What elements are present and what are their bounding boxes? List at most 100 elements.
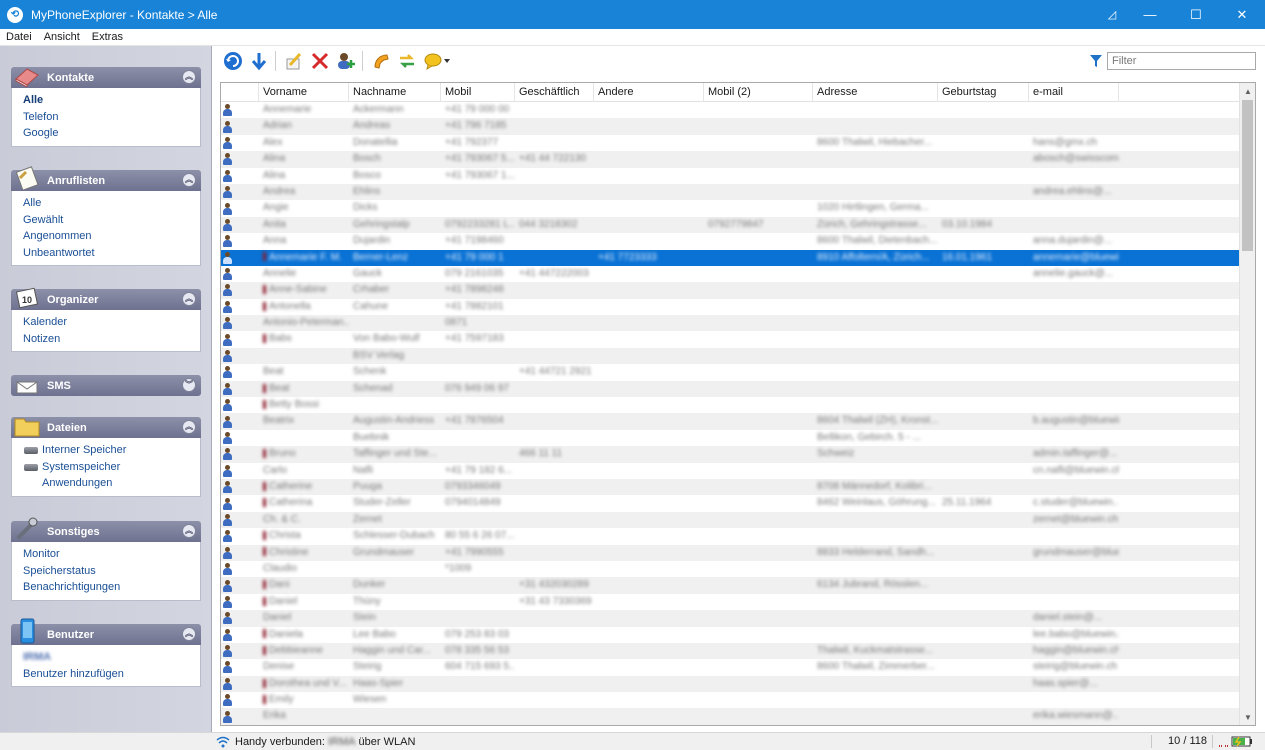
table-row[interactable]: Catherina Studer-Zeller 0794014849 8462 Wei… [221,495,1241,511]
pin-icon[interactable]: ◿ [1097,0,1127,29]
collapse-chevron-icon[interactable]: ︽ [182,420,196,434]
table-row[interactable]: Dani Dunker +31 432030289 6134 Jubrand, Rös… [221,577,1241,594]
scroll-thumb[interactable] [1242,100,1253,251]
table-row[interactable]: Dorothea und V... Haas-Spier haas.spier@..… [221,675,1241,693]
column-adresse[interactable]: Adresse [813,83,938,102]
group-header-sms[interactable]: SMS ︾ [11,375,201,396]
table-row[interactable]: Christa Schlesser-Dubach 80 55 6 26 07... [221,528,1241,544]
table-row[interactable]: Anne-Sabine Crhaber +41 7898248 [221,282,1241,299]
table-row[interactable]: Alina Bosco +41 793067 1... [221,168,1241,184]
sync-button[interactable] [395,49,419,73]
table-row[interactable]: Ch. & C. Zernet zernet@bluewin.ch [221,511,1241,529]
collapse-chevron-icon[interactable]: ︽ [182,292,196,306]
column-nachname[interactable]: Nachname [349,83,441,102]
table-row[interactable]: Anita Gehringstalp 0792233281 L... 044 3218… [221,216,1241,234]
close-button[interactable]: ✕ [1219,0,1265,29]
scroll-down-icon[interactable]: ▼ [1240,709,1255,725]
table-row[interactable]: Denise Steirig 604 715 693 5... 8600 Thalwi… [221,659,1241,675]
column-icon[interactable] [221,83,259,102]
expand-chevron-icon[interactable]: ︾ [182,378,196,392]
vertical-scrollbar[interactable]: ▲ ▼ [1239,83,1255,725]
table-row[interactable]: Babs Von Babo-Wulf +41 7597183 [221,331,1241,347]
sidebar-item-alle-anrufe[interactable]: Alle [23,195,200,212]
add-contact-button[interactable] [334,49,358,73]
menu-datei[interactable]: Datei [0,31,38,43]
sidebar-item-telefon[interactable]: Telefon [23,109,200,126]
column-andere[interactable]: Andere [594,83,704,102]
sidebar-item-notizen[interactable]: Notizen [23,331,200,348]
sidebar-item-kalender[interactable]: Kalender [23,314,200,331]
call-button[interactable] [369,49,393,73]
table-row[interactable]: Daniel Thüny +31 43 7330369 [221,594,1241,610]
table-row[interactable]: Annemarie Ackermann +41 79 000 00 [221,102,1241,118]
group-header-organizer[interactable]: 10 Organizer ︽ [11,287,201,310]
table-row[interactable]: Buebnik Bellikon, Gebirch. 5 - ... [221,430,1241,446]
table-row[interactable]: Beatrix Augustin-Andriess +41 7876504 8604 … [221,413,1241,430]
menu-ansicht[interactable]: Ansicht [38,31,86,43]
table-row[interactable]: Alex Donatellia +41 792377 8600 Thalwil, Hi… [221,135,1241,151]
table-row[interactable]: Annemarie F. M. Berner-Lenz +41 79 000 1 +4… [221,249,1241,266]
collapse-chevron-icon[interactable]: ︽ [182,524,196,538]
collapse-chevron-icon[interactable]: ︽ [182,627,196,641]
table-row[interactable]: Beat Schenad 076 949 06 97 [221,380,1241,398]
sidebar-item-alle[interactable]: Alle [23,92,200,109]
table-row[interactable]: Antonio-Peterman... 0871 [221,315,1241,332]
table-row[interactable]: Debbieanne Haggin und Car... 078 335 56 53… [221,642,1241,660]
group-header-sonstiges[interactable]: Sonstiges ︽ [11,517,201,542]
scroll-up-icon[interactable]: ▲ [1240,83,1255,99]
sidebar-item-user-irma[interactable]: IRMA [23,649,200,666]
maximize-button[interactable]: ☐ [1173,0,1219,29]
filter-funnel-icon[interactable] [1089,54,1103,68]
column-email[interactable]: e-mail [1029,83,1119,102]
table-row[interactable]: Claudio *1009 [221,561,1241,577]
table-row[interactable]: Carlo Nafli +41 79 182 6... cn.nafli@bluewi… [221,463,1241,479]
column-mobil[interactable]: Mobil [441,83,515,102]
table-row[interactable]: Anna Dujardin +41 7198460 8600 Thalwil, Die… [221,233,1241,249]
table-row[interactable]: Catherine Puuga 0793346049 8708 Männedorf, … [221,478,1241,496]
sidebar-item-anwendungen[interactable]: Anwendungen [23,475,200,492]
column-geburtstag[interactable]: Geburtstag [938,83,1029,102]
download-button[interactable] [247,49,271,73]
group-header-anruflisten[interactable]: Anruflisten ︽ [11,166,201,191]
table-row[interactable]: Daniela Lee Babo 079 253 83 03 lee.babo@blu… [221,627,1241,643]
table-row[interactable]: Bruno Taffinger und Ste... 466 11 11 Schwei… [221,446,1241,463]
collapse-chevron-icon[interactable]: ︽ [182,70,196,84]
table-row[interactable]: Alina Bosch +41 793067 5... +41 44 722130 ab… [221,151,1241,168]
table-row[interactable]: Andrea Ehlins andrea.ehlins@... [221,183,1241,201]
message-button[interactable] [421,49,453,73]
sidebar-item-gewaehlt[interactable]: Gewählt [23,212,200,229]
refresh-button[interactable] [221,49,245,73]
table-row[interactable]: BSV Verlag [221,347,1241,365]
table-row[interactable]: Daniel Stein daniel.stein@... [221,610,1241,627]
minimize-button[interactable]: — [1127,0,1173,29]
sidebar-item-unbeantwortet[interactable]: Unbeantwortet [23,245,200,262]
group-header-kontakte[interactable]: Kontakte ︽ [11,67,201,88]
table-row[interactable]: Betty Bossi [221,397,1241,413]
sidebar-item-benutzer-hinzufuegen[interactable]: Benutzer hinzufügen [23,666,200,683]
sidebar-item-monitor[interactable]: Monitor [23,546,200,563]
table-row[interactable]: Christine Grundmauser +41 7990555 8833 Held… [221,544,1241,561]
table-row[interactable]: Adrian Andreas +41 796 7185 [221,118,1241,135]
table-row[interactable]: Emily Wiesen [221,692,1241,708]
column-vorname[interactable]: Vorname [259,83,349,102]
table-row[interactable]: Antonella Cahune +41 7882101 [221,299,1241,315]
table-row[interactable]: Annelie Gauck 079 2161035 +41 447222003 anne… [221,266,1241,282]
column-mobil-2[interactable]: Mobil (2) [704,83,813,102]
sidebar-item-angenommen[interactable]: Angenommen [23,228,200,245]
column-geschaeftlich[interactable]: Geschäftlich [515,83,594,102]
group-header-benutzer[interactable]: Benutzer ︽ [11,618,201,645]
sidebar-item-benachrichtigungen[interactable]: Benachrichtigungen [23,579,200,596]
table-row[interactable]: Beat Schenk +41 44721 2921 [221,364,1241,380]
group-header-dateien[interactable]: Dateien ︽ [11,417,201,438]
edit-button[interactable] [282,49,306,73]
sidebar-item-systemspeicher[interactable]: Systemspeicher [23,459,200,476]
sidebar-item-google[interactable]: Google [23,125,200,142]
filter-input[interactable] [1107,52,1256,70]
table-row[interactable]: Angie Dicks 1020 Hirtlingen, Germa... [221,200,1241,216]
sidebar-item-speicherstatus[interactable]: Speicherstatus [23,563,200,580]
delete-button[interactable] [308,49,332,73]
menu-extras[interactable]: Extras [86,31,129,43]
table-row[interactable]: Erika erika.wiesmann@... [221,708,1241,725]
sidebar-item-interner-speicher[interactable]: Interner Speicher [23,442,200,459]
collapse-chevron-icon[interactable]: ︽ [182,173,196,187]
